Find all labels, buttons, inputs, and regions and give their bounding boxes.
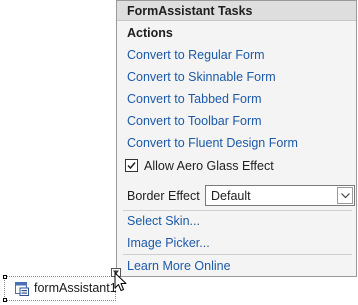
select-skin-link[interactable]: Select Skin...	[127, 214, 200, 228]
convert-to-skinnable-form-link[interactable]: Convert to Skinnable Form	[127, 70, 276, 84]
divider	[123, 254, 352, 255]
actions-section-title: Actions	[127, 26, 173, 40]
selection-grip	[3, 298, 7, 302]
aero-glass-checkbox[interactable]	[125, 159, 138, 172]
component-name: formAssistant1	[34, 281, 117, 295]
convert-to-toolbar-form-link[interactable]: Convert to Toolbar Form	[127, 114, 262, 128]
border-effect-dropdown-button[interactable]	[337, 187, 353, 204]
mouse-pointer-icon	[114, 272, 127, 291]
panel-title: FormAssistant Tasks	[127, 4, 253, 18]
border-effect-value: Default	[211, 189, 251, 203]
selection-grip	[3, 275, 7, 279]
aero-glass-checkbox-row[interactable]: Allow Aero Glass Effect	[125, 158, 325, 174]
aero-glass-label: Allow Aero Glass Effect	[144, 159, 274, 173]
learn-more-online-link[interactable]: Learn More Online	[127, 259, 231, 273]
smart-tag-panel: FormAssistant Tasks Actions Convert to R…	[116, 0, 357, 277]
convert-to-regular-form-link[interactable]: Convert to Regular Form	[127, 48, 265, 62]
panel-header: FormAssistant Tasks	[117, 1, 356, 21]
border-effect-select[interactable]: Default	[205, 185, 355, 206]
form-assistant-icon	[15, 282, 29, 296]
checkmark-icon	[127, 162, 136, 170]
convert-to-fluent-design-form-link[interactable]: Convert to Fluent Design Form	[127, 136, 298, 150]
image-picker-link[interactable]: Image Picker...	[127, 236, 210, 250]
border-effect-label: Border Effect	[127, 189, 200, 203]
convert-to-tabbed-form-link[interactable]: Convert to Tabbed Form	[127, 92, 262, 106]
form-assistant-component[interactable]: formAssistant1	[3, 275, 117, 302]
chevron-down-icon	[341, 193, 350, 199]
divider	[123, 210, 352, 211]
